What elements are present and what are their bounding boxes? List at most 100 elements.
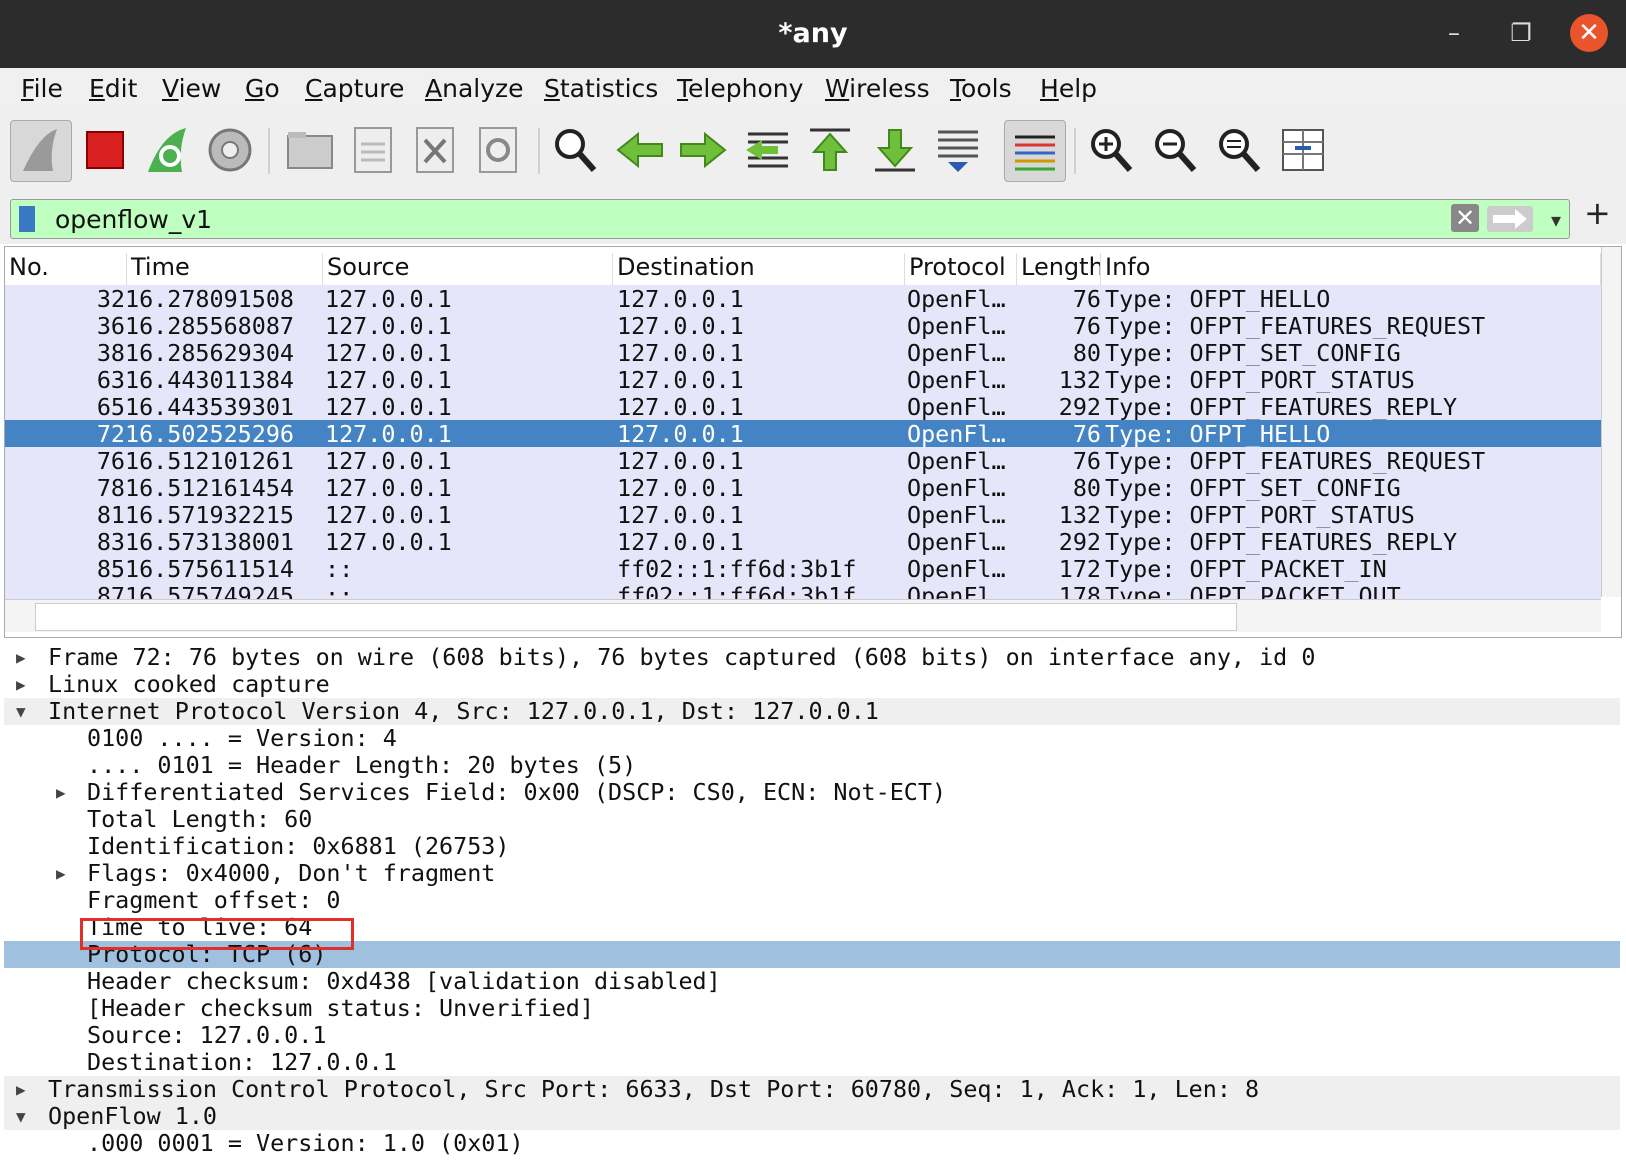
- column-time[interactable]: Time: [127, 253, 323, 285]
- cell-src: 127.0.0.1: [325, 285, 452, 313]
- stop-capture-icon[interactable]: [75, 120, 135, 180]
- menu-analyze[interactable]: Analyze: [425, 74, 524, 103]
- cell-no: 78: [96, 474, 125, 502]
- open-file-icon[interactable]: [280, 120, 340, 180]
- autoscroll-icon[interactable]: [928, 120, 988, 180]
- detail-tree-item[interactable]: .000 0001 = Version: 1.0 (0x01): [4, 1130, 1620, 1157]
- cell-dst: 127.0.0.1: [617, 474, 744, 502]
- save-file-icon[interactable]: [343, 120, 403, 180]
- collapsed-arrow-icon[interactable]: ▶: [16, 644, 26, 671]
- cell-no: 36: [96, 312, 125, 340]
- resize-columns-icon[interactable]: [1273, 120, 1333, 180]
- detail-tree-item[interactable]: ▶ Linux cooked capture: [4, 671, 1620, 698]
- table-row[interactable]: 85 16.575611514:: ff02::1:ff6d:3b1f OpenFl……: [5, 555, 1601, 583]
- column-protocol[interactable]: Protocol: [905, 253, 1017, 285]
- cell-dst: 127.0.0.1: [617, 420, 744, 448]
- table-row[interactable]: 38 16.285629304 127.0.0.1 127.0.0.1 OpenFl… 8…: [5, 339, 1601, 367]
- shark-fin-start-icon[interactable]: [10, 120, 72, 182]
- detail-tree-item[interactable]: Destination: 127.0.0.1: [4, 1049, 1620, 1076]
- table-row[interactable]: 78 16.512161454 127.0.0.1 127.0.0.1 OpenFl… 8…: [5, 474, 1601, 502]
- table-row[interactable]: 72 16.502525296 127.0.0.1 127.0.0.1 OpenFl… 7…: [5, 420, 1601, 448]
- horizontal-scrollbar[interactable]: [5, 599, 1601, 632]
- go-to-packet-icon[interactable]: [738, 120, 798, 180]
- scrollbar-thumb[interactable]: [35, 603, 1237, 631]
- zoom-in-icon[interactable]: [1082, 120, 1142, 180]
- menu-edit[interactable]: Edit: [89, 74, 137, 103]
- table-row[interactable]: 65 16.443539301 127.0.0.1 127.0.0.1 OpenFl… 2…: [5, 393, 1601, 421]
- go-first-icon[interactable]: [800, 120, 860, 180]
- minimize-button[interactable]: –: [1435, 14, 1473, 52]
- detail-tree-item[interactable]: Fragment offset: 0: [4, 887, 1620, 914]
- zoom-normal-icon[interactable]: [1210, 120, 1270, 180]
- menu-go[interactable]: Go: [245, 74, 280, 103]
- column-source[interactable]: Source: [323, 253, 613, 285]
- menu-help[interactable]: Help: [1040, 74, 1097, 103]
- table-row[interactable]: 83 16.573138001 127.0.0.1 127.0.0.1 OpenFl… 2…: [5, 528, 1601, 556]
- capture-options-icon[interactable]: [200, 120, 260, 180]
- table-row[interactable]: 36 16.285568087 127.0.0.1 127.0.0.1 OpenFl… 7…: [5, 312, 1601, 340]
- cell-len: 76: [1072, 447, 1101, 475]
- display-filter-input[interactable]: [55, 202, 1435, 236]
- expanded-arrow-icon[interactable]: ▼: [16, 698, 26, 725]
- go-back-icon[interactable]: [610, 120, 670, 180]
- go-forward-icon[interactable]: [673, 120, 733, 180]
- detail-tree-item[interactable]: 0100 .... = Version: 4: [4, 725, 1620, 752]
- add-filter-button[interactable]: +: [1584, 194, 1611, 232]
- detail-tree-item[interactable]: ▶ Frame 72: 76 bytes on wire (608 bits), …: [4, 644, 1620, 671]
- menu-telephony[interactable]: Telephony: [677, 74, 803, 103]
- table-row[interactable]: 81 16.571932215 127.0.0.1 127.0.0.1 OpenFl… 1…: [5, 501, 1601, 529]
- cell-info: Type: OFPT_HELLO: [1105, 285, 1331, 313]
- zoom-out-icon[interactable]: [1146, 120, 1206, 180]
- detail-tree-item[interactable]: ▶ Transmission Control Protocol, Src Port…: [4, 1076, 1620, 1103]
- collapsed-arrow-icon[interactable]: ▶: [16, 671, 26, 698]
- reload-file-icon[interactable]: [468, 120, 528, 180]
- column-destination[interactable]: Destination: [613, 253, 905, 285]
- chevron-down-icon[interactable]: ▾: [1551, 208, 1561, 232]
- menu-capture[interactable]: Capture: [305, 74, 404, 103]
- clear-filter-icon[interactable]: ✕: [1451, 204, 1479, 232]
- detail-tree-item[interactable]: Source: 127.0.0.1: [4, 1022, 1620, 1049]
- detail-tree-item[interactable]: Header checksum: 0xd438 [validation disa…: [4, 968, 1620, 995]
- colorize-icon[interactable]: [1004, 120, 1066, 182]
- close-button[interactable]: ✕: [1570, 14, 1608, 52]
- cell-time: 16.285629304: [125, 339, 294, 367]
- packet-details-pane: ▶ Frame 72: 76 bytes on wire (608 bits), …: [4, 644, 1620, 1166]
- find-packet-icon[interactable]: [546, 120, 606, 180]
- collapsed-arrow-icon[interactable]: ▶: [56, 779, 66, 806]
- collapsed-arrow-icon[interactable]: ▶: [16, 1076, 26, 1103]
- cell-info: Type: OFPT_HELLO: [1105, 420, 1331, 448]
- menu-tools[interactable]: Tools: [950, 74, 1012, 103]
- menu-file[interactable]: File: [21, 74, 63, 103]
- detail-tree-item[interactable]: .... 0101 = Header Length: 20 bytes (5): [4, 752, 1620, 779]
- detail-tree-item[interactable]: ▼ OpenFlow 1.0: [4, 1103, 1620, 1130]
- table-row[interactable]: 32 16.278091508 127.0.0.1 127.0.0.1 OpenFl… 7…: [5, 285, 1601, 313]
- menu-wireless[interactable]: Wireless: [825, 74, 930, 103]
- column-no[interactable]: No.: [5, 253, 127, 285]
- detail-tree-item[interactable]: Identification: 0x6881 (26753): [4, 833, 1620, 860]
- restart-capture-icon[interactable]: [138, 120, 198, 180]
- collapsed-arrow-icon[interactable]: ▶: [56, 860, 66, 887]
- detail-tree-item[interactable]: Total Length: 60: [4, 806, 1620, 833]
- bookmark-icon[interactable]: [19, 206, 35, 232]
- menu-bar: File Edit View Go Capture Analyze Statis…: [0, 68, 1626, 110]
- detail-tree-item[interactable]: ▶ Differentiated Services Field: 0x00 (DS…: [4, 779, 1620, 806]
- cell-proto: OpenFl…: [907, 339, 1006, 367]
- menu-view[interactable]: View: [162, 74, 221, 103]
- detail-tree-item[interactable]: ▶ Flags: 0x4000, Don't fragment: [4, 860, 1620, 887]
- column-info[interactable]: Info: [1101, 253, 1601, 285]
- vertical-scrollbar[interactable]: [1601, 247, 1621, 597]
- go-last-icon[interactable]: [865, 120, 925, 180]
- close-file-icon[interactable]: [405, 120, 465, 180]
- table-row[interactable]: 63 16.443011384 127.0.0.1 127.0.0.1 OpenFl… 1…: [5, 366, 1601, 394]
- apply-filter-arrow-icon[interactable]: [1487, 206, 1533, 232]
- column-length[interactable]: Length: [1017, 253, 1101, 285]
- cell-src: 127.0.0.1: [325, 474, 452, 502]
- detail-tree-item[interactable]: ▼ Internet Protocol Version 4, Src: 127.0…: [4, 698, 1620, 725]
- expanded-arrow-icon[interactable]: ▼: [16, 1103, 26, 1130]
- menu-statistics[interactable]: Statistics: [544, 74, 658, 103]
- maximize-button[interactable]: ❐: [1502, 14, 1540, 52]
- table-row[interactable]: 76 16.512101261 127.0.0.1 127.0.0.1 OpenFl… 7…: [5, 447, 1601, 475]
- detail-tree-item[interactable]: [Header checksum status: Unverified]: [4, 995, 1620, 1022]
- cell-time: 16.285568087: [125, 312, 294, 340]
- cell-dst: 127.0.0.1: [617, 393, 744, 421]
